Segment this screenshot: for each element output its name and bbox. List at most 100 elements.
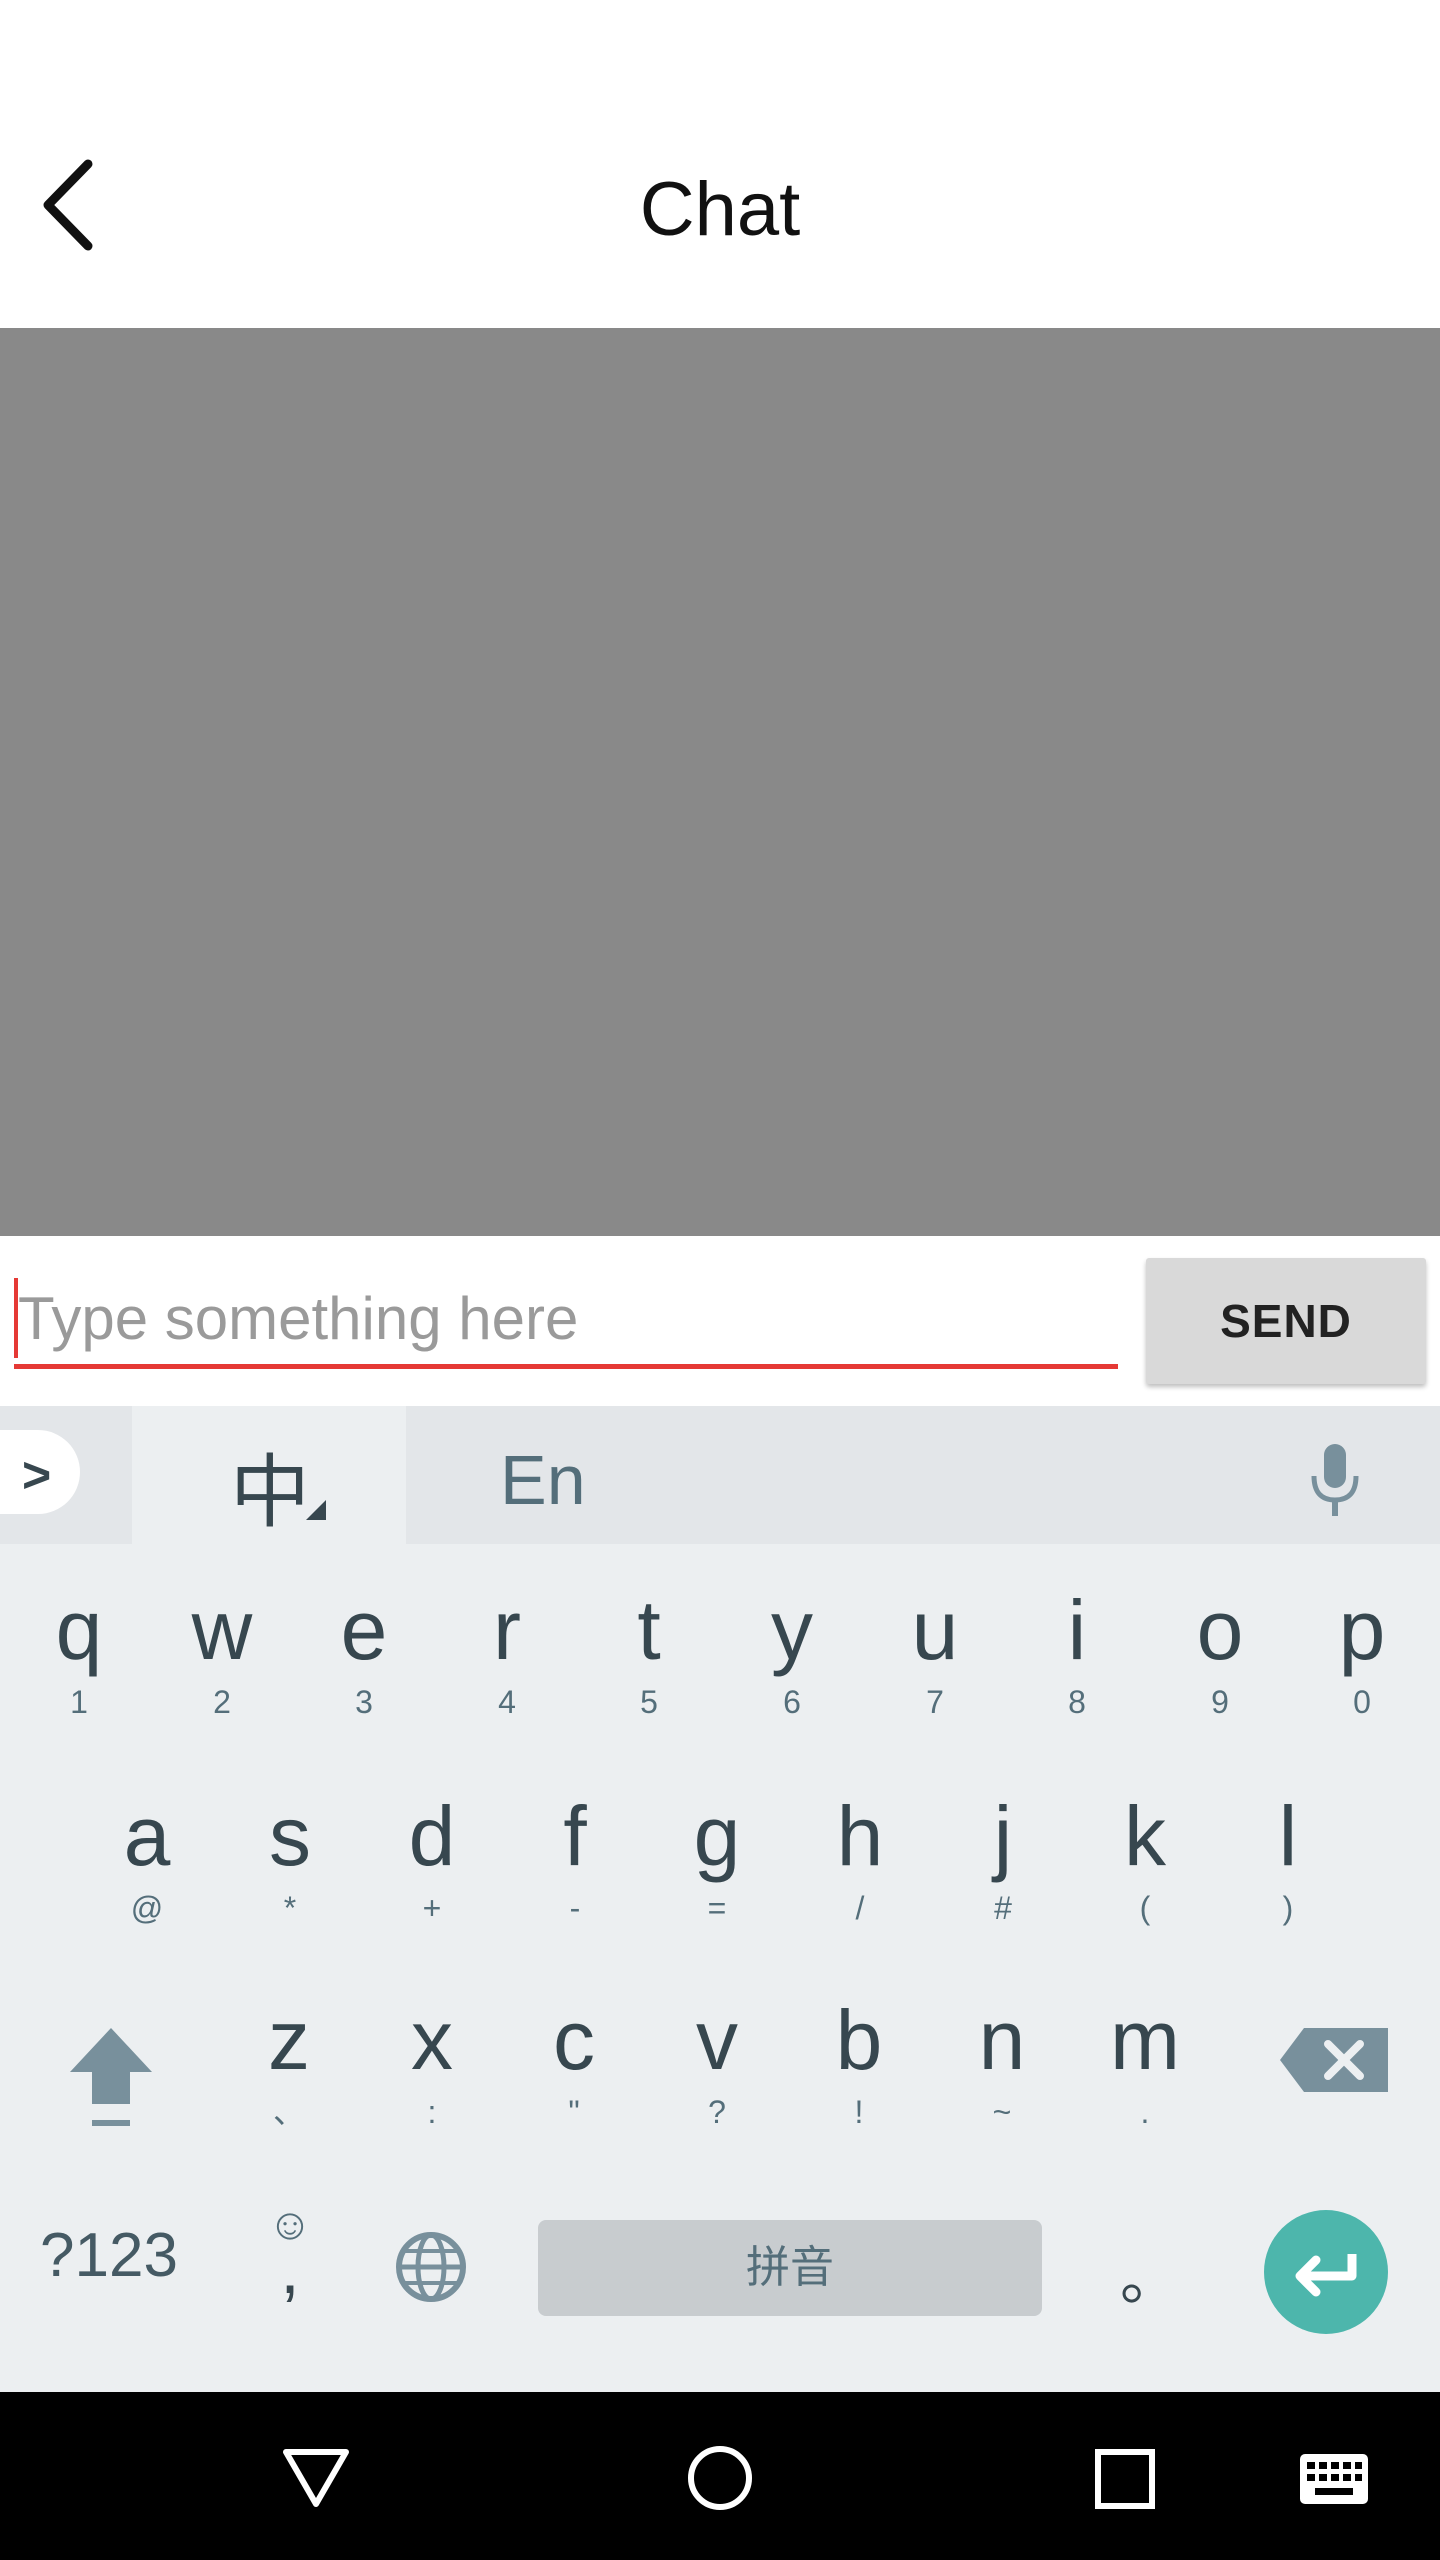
key-hint: # <box>994 1890 1012 1926</box>
key-m[interactable]: m. <box>1074 1990 1216 2180</box>
key-u[interactable]: u7 <box>864 1580 1006 1770</box>
key-f[interactable]: f- <box>504 1786 646 1976</box>
key-i[interactable]: i8 <box>1006 1580 1148 1770</box>
key-hint: ~ <box>992 2094 1012 2130</box>
space-key[interactable]: 拼音 <box>538 2220 1042 2316</box>
key-d[interactable]: d + <box>361 1786 503 1976</box>
key-label: t <box>637 1583 661 1677</box>
key-l[interactable]: l) <box>1217 1786 1359 1976</box>
key-label: s <box>269 1789 311 1883</box>
keyboard-expand-button[interactable]: > <box>0 1430 80 1514</box>
key-label: l <box>1278 1789 1298 1883</box>
key-a[interactable]: a @ <box>76 1786 218 1976</box>
key-hint: 8 <box>1068 1684 1086 1720</box>
input-underline <box>14 1364 1118 1369</box>
key-label: q <box>55 1583 103 1677</box>
key-e[interactable]: e3 <box>293 1580 435 1770</box>
key-c[interactable]: c " <box>503 1990 645 2180</box>
lang-zh-indicator <box>306 1500 326 1520</box>
key-hint: 0 <box>1353 1684 1371 1720</box>
key-label: h <box>836 1789 884 1883</box>
key-y[interactable]: y6 <box>721 1580 863 1770</box>
key-label: c <box>553 1993 595 2087</box>
key-r[interactable]: r4 <box>436 1580 578 1770</box>
key-hint: / <box>855 1890 865 1926</box>
key-o[interactable]: o9 <box>1149 1580 1291 1770</box>
key-hint: - <box>569 1890 581 1926</box>
key-label: o <box>1196 1583 1244 1677</box>
key-hint: 、 <box>272 2094 305 2130</box>
key-label: p <box>1338 1583 1386 1677</box>
key-s[interactable]: s * <box>219 1786 361 1976</box>
key-hint: ) <box>1282 1890 1294 1926</box>
message-input[interactable] <box>14 1270 1122 1366</box>
backspace-key[interactable] <box>1276 2020 1396 2100</box>
key-label: k <box>1124 1789 1166 1883</box>
lang-en-tab[interactable]: En <box>500 1440 586 1520</box>
key-hint: 7 <box>926 1684 944 1720</box>
key-t[interactable]: t5 <box>578 1580 720 1770</box>
globe-icon[interactable] <box>394 2230 468 2304</box>
key-hint: 6 <box>783 1684 801 1720</box>
key-z[interactable]: z、 <box>218 1990 360 2180</box>
key-label: u <box>911 1583 959 1677</box>
page-title: Chat <box>639 167 801 252</box>
key-label: b <box>835 1993 883 2087</box>
key-x[interactable]: x: <box>361 1990 503 2180</box>
key-hint: 1 <box>70 1684 88 1720</box>
key-hint: 4 <box>498 1684 516 1720</box>
key-w[interactable]: w2 <box>151 1580 293 1770</box>
key-label: x <box>411 1993 453 2087</box>
chat-messages-area[interactable] <box>0 328 1440 1236</box>
key-label: m <box>1110 1993 1180 2087</box>
key-hint: 5 <box>640 1684 658 1720</box>
key-j[interactable]: j # <box>932 1786 1074 1976</box>
nav-home-icon[interactable] <box>686 2444 754 2512</box>
key-hint: ? <box>708 2094 726 2130</box>
symbols-key[interactable]: ?123 <box>40 2220 178 2291</box>
comma-label: , <box>280 2230 300 2308</box>
key-q[interactable]: q1 <box>8 1580 150 1770</box>
enter-icon <box>1295 2254 1357 2297</box>
nav-recents-icon[interactable] <box>1094 2448 1156 2510</box>
shift-icon <box>70 2028 152 2126</box>
key-hint: + <box>422 1890 442 1926</box>
key-v[interactable]: v? <box>646 1990 788 2180</box>
key-hint: " <box>568 2094 580 2130</box>
mic-icon[interactable] <box>1300 1440 1370 1520</box>
send-button[interactable]: SEND <box>1146 1258 1426 1384</box>
key-g[interactable]: g = <box>646 1786 788 1976</box>
key-label: f <box>563 1789 587 1883</box>
key-label: g <box>693 1789 741 1883</box>
emoji-comma-key[interactable]: ☺ , <box>250 2200 330 2340</box>
key-label: n <box>978 1993 1026 2087</box>
period-key[interactable]: 。 <box>1120 2230 1180 2317</box>
backspace-icon <box>1280 2028 1388 2092</box>
key-label: r <box>493 1583 521 1677</box>
key-label: w <box>191 1583 253 1677</box>
key-label: e <box>340 1583 388 1677</box>
key-hint: ! <box>854 2094 864 2130</box>
key-n[interactable]: n ~ <box>931 1990 1073 2180</box>
key-hint: 2 <box>213 1684 231 1720</box>
key-label: v <box>696 1993 738 2087</box>
key-label: z <box>268 1993 310 2087</box>
enter-key[interactable] <box>1264 2210 1388 2334</box>
key-h[interactable]: h / <box>789 1786 931 1976</box>
shift-key[interactable] <box>56 2010 166 2140</box>
lang-zh-label: 中 <box>230 1446 310 1539</box>
key-label: y <box>771 1583 813 1677</box>
nav-keyboard-icon[interactable] <box>1298 2452 1370 2506</box>
key-hint: 9 <box>1211 1684 1229 1720</box>
key-label: d <box>408 1789 456 1883</box>
key-p[interactable]: p0 <box>1291 1580 1433 1770</box>
nav-back-icon[interactable] <box>280 2446 352 2510</box>
text-cursor <box>14 1278 18 1358</box>
key-hint: * <box>283 1890 297 1926</box>
key-b[interactable]: b! <box>788 1990 930 2180</box>
key-k[interactable]: k( <box>1074 1786 1216 1976</box>
key-hint: : <box>427 2094 437 2130</box>
chevron-right-icon: > <box>22 1447 52 1503</box>
key-hint: 3 <box>355 1684 373 1720</box>
key-hint: . <box>1140 2094 1150 2130</box>
